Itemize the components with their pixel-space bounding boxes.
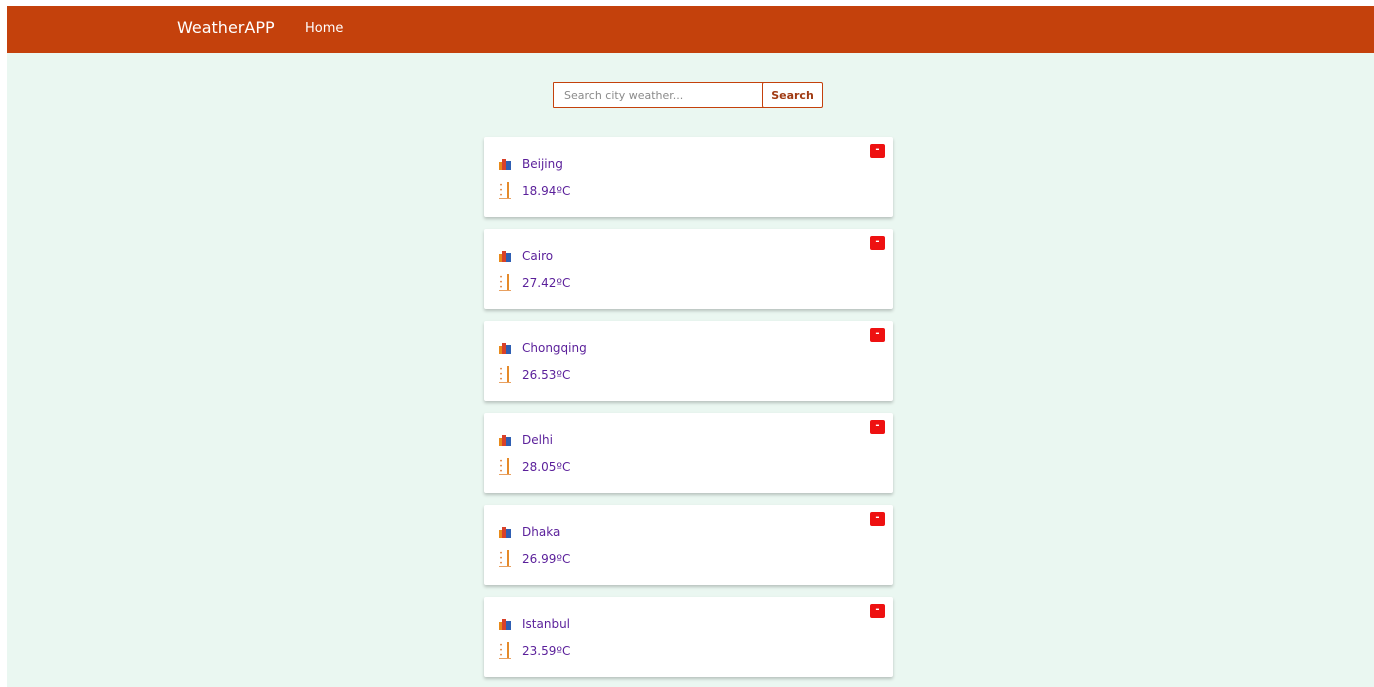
navbar: WeatherAPP Home [7, 6, 1374, 53]
city-name: Cairo [522, 249, 554, 263]
city-row: Beijing [499, 157, 563, 171]
city-card: - Delhi • • • 28.05ºC [484, 413, 893, 493]
city-buildings-icon [499, 158, 511, 170]
city-row: Dhaka [499, 525, 560, 539]
city-name: Istanbul [522, 617, 571, 631]
city-row: Chongqing [499, 341, 587, 355]
temperature-value: 18.94ºC [522, 183, 571, 198]
remove-city-button[interactable]: - [870, 604, 885, 618]
temperature-value: 28.05ºC [522, 459, 571, 474]
thermometer-icon: • • • [499, 550, 511, 567]
temperature-row: • • • 28.05ºC [499, 458, 570, 475]
city-card-list: - Beijing • • • 18.94ºC - Cairo • • • 27.42º… [484, 137, 893, 687]
thermometer-icon: • • • [499, 274, 511, 291]
city-card: - Chongqing • • • 26.53ºC [484, 321, 893, 401]
temperature-value: 26.99ºC [522, 551, 571, 566]
city-buildings-icon [499, 526, 511, 538]
remove-city-button[interactable]: - [870, 144, 885, 158]
city-row: Istanbul [499, 617, 570, 631]
city-name: Beijing [522, 157, 563, 171]
temperature-row: • • • 26.99ºC [499, 550, 570, 567]
temperature-row: • • • 26.53ºC [499, 366, 570, 383]
app-frame: WeatherAPP Home Search - Beijing ••• 18.… [7, 6, 1374, 687]
remove-city-button[interactable]: - [870, 420, 885, 434]
city-card: - Beijing • • • 18.94ºC [484, 137, 893, 217]
search-button[interactable]: Search [762, 82, 823, 108]
temperature-value: 27.42ºC [522, 275, 571, 290]
temperature-row: • • • 18.94ºC [499, 182, 570, 199]
temperature-value: 26.53ºC [522, 367, 571, 382]
city-card: - Cairo • • • 27.42ºC [484, 229, 893, 309]
city-row: Cairo [499, 249, 553, 263]
remove-city-button[interactable]: - [870, 328, 885, 342]
thermometer-icon: • • • [499, 458, 511, 475]
remove-city-button[interactable]: - [870, 236, 885, 250]
thermometer-icon: • • • [499, 642, 511, 659]
city-buildings-icon [499, 618, 511, 630]
thermometer-icon: • • • [499, 182, 511, 199]
city-row: Delhi [499, 433, 553, 447]
nav-home-link[interactable]: Home [305, 21, 343, 37]
city-card: - Istanbul • • • 23.59ºC [484, 597, 893, 677]
city-name: Chongqing [522, 341, 587, 355]
search-input[interactable] [553, 82, 765, 108]
brand-link[interactable]: WeatherAPP [177, 18, 275, 38]
city-buildings-icon [499, 342, 511, 354]
remove-city-button[interactable]: - [870, 512, 885, 526]
city-card: - Dhaka • • • 26.99ºC [484, 505, 893, 585]
city-buildings-icon [499, 250, 511, 262]
temperature-row: • • • 27.42ºC [499, 274, 570, 291]
city-name: Delhi [522, 433, 553, 447]
city-name: Dhaka [522, 525, 561, 539]
temperature-value: 23.59ºC [522, 643, 571, 658]
temperature-row: • • • 23.59ºC [499, 642, 570, 659]
thermometer-icon: • • • [499, 366, 511, 383]
city-buildings-icon [499, 434, 511, 446]
